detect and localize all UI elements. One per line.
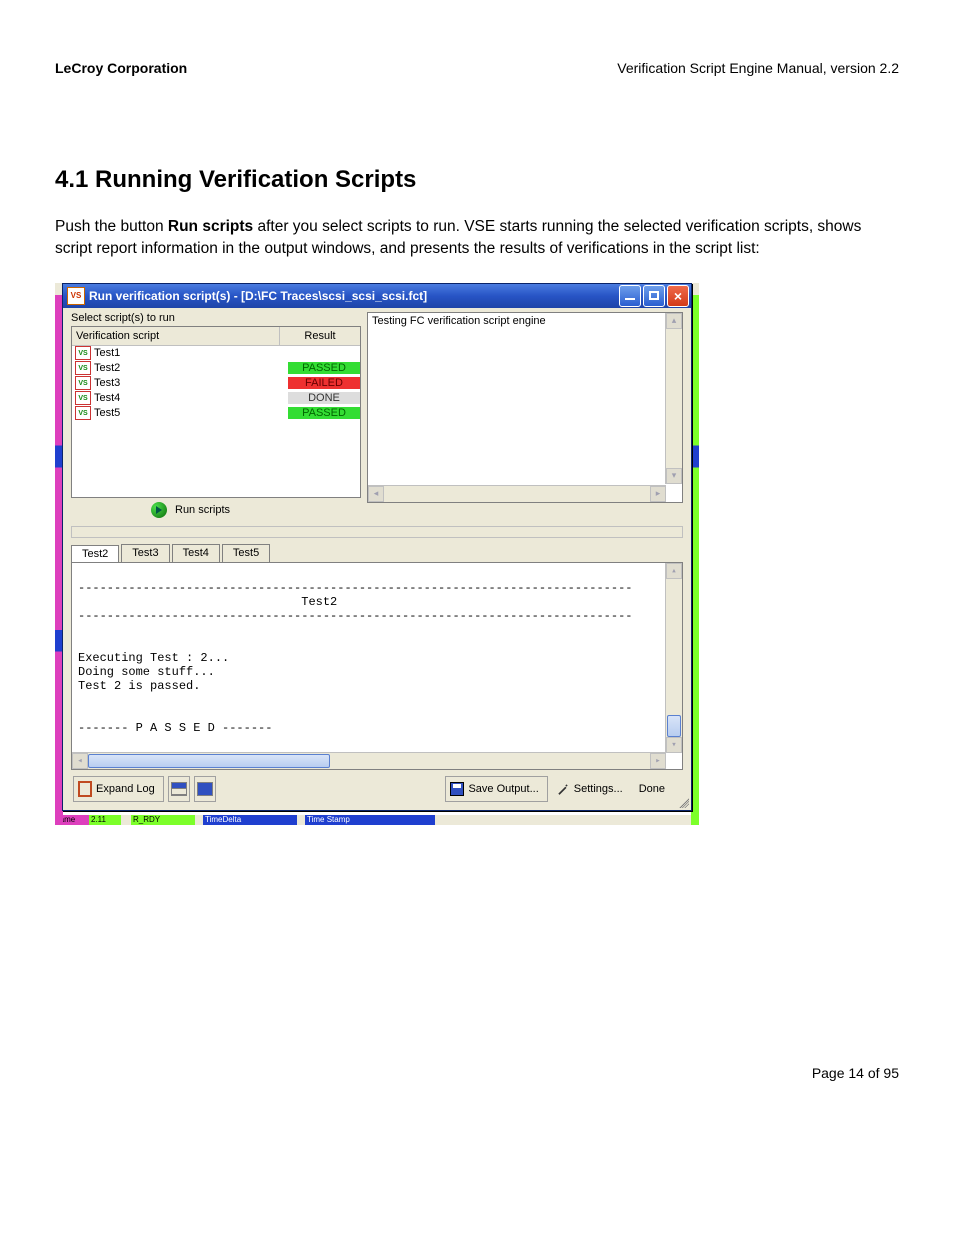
header-doc-title: Verification Script Engine Manual, versi… <box>617 60 899 76</box>
scroll-down-icon[interactable]: ▾ <box>666 737 682 753</box>
tab-test4[interactable]: Test4 <box>172 544 220 562</box>
vs-icon: VS <box>75 406 91 420</box>
horizontal-scrollbar[interactable]: ◂ ▸ <box>368 485 666 502</box>
output-textarea[interactable]: ----------------------------------------… <box>71 562 683 770</box>
scroll-up-icon[interactable]: ▴ <box>666 563 682 579</box>
script-result: PASSED <box>288 407 360 419</box>
close-button[interactable]: × <box>667 285 689 307</box>
vs-icon: VS <box>75 361 91 375</box>
engine-message-box: Testing FC verification script engine ▴ … <box>367 312 683 503</box>
section-heading: 4.1 Running Verification Scripts <box>55 166 899 194</box>
vs-icon: VS <box>75 391 91 405</box>
settings-icon <box>556 782 570 796</box>
run-scripts-button[interactable]: Run scripts <box>175 504 230 516</box>
list-item[interactable]: VS Test3 FAILED <box>72 376 360 391</box>
script-name: Test4 <box>94 392 288 404</box>
tab-test5[interactable]: Test5 <box>222 544 270 562</box>
vse-dialog-window: VS Run verification script(s) - [D:\FC T… <box>62 283 692 811</box>
vertical-scrollbar[interactable]: ▴ ▾ <box>665 313 682 484</box>
header-company: LeCroy Corporation <box>55 60 187 76</box>
scroll-thumb[interactable] <box>88 754 330 768</box>
script-result: PASSED <box>288 362 360 374</box>
done-button[interactable]: Done <box>635 777 681 801</box>
expand-log-button[interactable]: Expand Log <box>73 776 164 802</box>
vs-icon: VS <box>75 376 91 390</box>
background-decoration: rame 2.11 R_RDY TimeDelta Time Stamp <box>55 815 699 825</box>
section-paragraph: Push the button Run scripts after you se… <box>55 216 899 261</box>
tab-test3[interactable]: Test3 <box>121 544 169 562</box>
script-name: Test1 <box>94 347 288 359</box>
tab-test2[interactable]: Test2 <box>71 545 119 563</box>
list-item[interactable]: VS Test2 PASSED <box>72 361 360 376</box>
scroll-up-icon[interactable]: ▴ <box>666 313 682 329</box>
paragraph-part-1: Push the button <box>55 218 168 235</box>
select-scripts-label: Select script(s) to run <box>71 312 361 324</box>
layout-stack-icon <box>171 782 187 796</box>
scroll-down-icon[interactable]: ▾ <box>666 468 682 484</box>
expand-log-label: Expand Log <box>96 783 155 795</box>
col-header-script[interactable]: Verification script <box>72 327 280 345</box>
vs-icon: VS <box>75 346 91 360</box>
scroll-right-icon[interactable]: ▸ <box>650 753 666 769</box>
script-name: Test2 <box>94 362 288 374</box>
script-result: DONE <box>288 392 360 404</box>
list-item[interactable]: VS Test5 PASSED <box>72 406 360 421</box>
save-icon <box>450 782 464 796</box>
titlebar[interactable]: VS Run verification script(s) - [D:\FC T… <box>63 284 691 308</box>
scroll-left-icon[interactable]: ◂ <box>368 486 384 502</box>
scroll-right-icon[interactable]: ▸ <box>650 486 666 502</box>
scroll-left-icon[interactable]: ◂ <box>72 753 88 769</box>
save-output-label: Save Output... <box>468 783 538 795</box>
run-scripts-bold: Run scripts <box>168 218 253 235</box>
script-name: Test5 <box>94 407 288 419</box>
list-item[interactable]: VS Test4 DONE <box>72 391 360 406</box>
settings-button[interactable]: Settings... <box>552 777 631 801</box>
list-header[interactable]: Verification script Result <box>72 327 360 346</box>
layout-toggle-2[interactable] <box>194 776 216 802</box>
splitter[interactable] <box>71 526 683 538</box>
minimize-button[interactable] <box>619 285 641 307</box>
output-tabs: Test2 Test3 Test4 Test5 <box>71 544 683 562</box>
resize-grip[interactable] <box>677 796 689 808</box>
app-icon: VS <box>67 287 85 305</box>
vertical-scrollbar[interactable]: ▴ ▾ <box>665 563 682 753</box>
maximize-button[interactable] <box>643 285 665 307</box>
script-listview[interactable]: Verification script Result VS Test1 <box>71 326 361 498</box>
expand-icon <box>78 782 92 796</box>
save-output-button[interactable]: Save Output... <box>445 776 547 802</box>
done-label: Done <box>639 783 665 795</box>
screenshot-container: VS Run verification script(s) - [D:\FC T… <box>55 283 699 825</box>
layout-toggle-1[interactable] <box>168 776 190 802</box>
script-name: Test3 <box>94 377 288 389</box>
layout-single-icon <box>197 782 213 796</box>
play-icon <box>151 502 167 518</box>
scroll-thumb[interactable] <box>667 715 681 737</box>
col-header-result[interactable]: Result <box>280 330 360 342</box>
horizontal-scrollbar[interactable]: ◂ ▸ <box>72 752 666 769</box>
script-result: FAILED <box>288 377 360 389</box>
page-number: Page 14 of 95 <box>55 1065 899 1081</box>
engine-message-text: Testing FC verification script engine <box>372 315 546 327</box>
output-text: ----------------------------------------… <box>78 581 633 735</box>
list-item[interactable]: VS Test1 <box>72 346 360 361</box>
settings-label: Settings... <box>574 783 623 795</box>
window-title: Run verification script(s) - [D:\FC Trac… <box>89 289 619 303</box>
